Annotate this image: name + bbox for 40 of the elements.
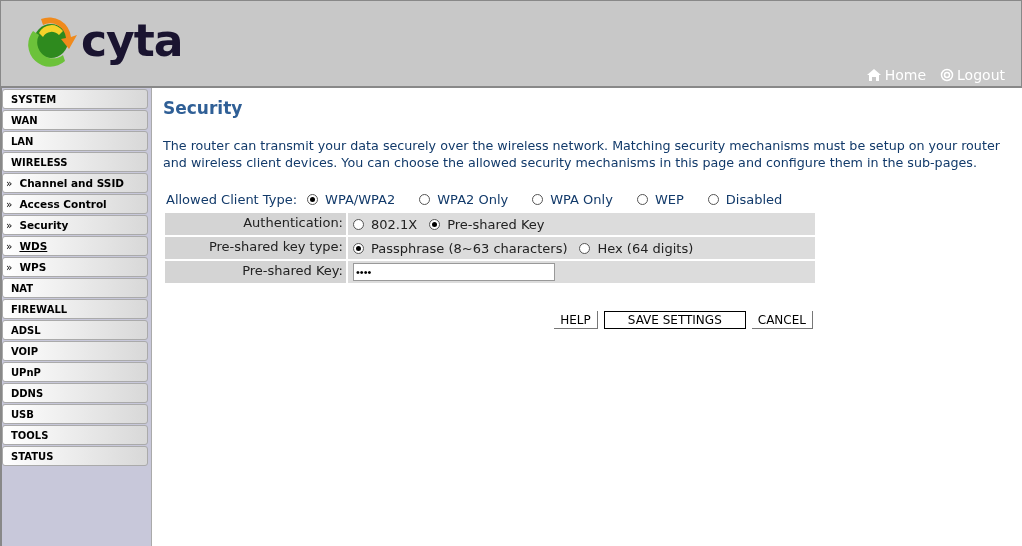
menu-item[interactable]: TOOLS (2, 425, 148, 445)
field-label: Authentication: (165, 213, 346, 235)
menu-item[interactable]: DDNS (2, 383, 148, 403)
menu-item[interactable]: ADSL (2, 320, 148, 340)
radio-option[interactable]: WEP (636, 192, 684, 207)
menu-item[interactable]: NAT (2, 278, 148, 298)
submenu-item[interactable]: » Security (2, 215, 148, 235)
submenu-item[interactable]: » WPS (2, 257, 148, 277)
action-button[interactable]: CANCEL (751, 311, 813, 329)
radio-option[interactable]: WPA2 Only (419, 192, 509, 207)
power-icon (940, 68, 955, 82)
radio-option[interactable]: Pre-shared Key (429, 216, 545, 232)
submenu-item[interactable]: » WDS (2, 236, 148, 256)
radio-option[interactable]: WPA Only (532, 192, 613, 207)
submenu-item[interactable]: » Access Control (2, 194, 148, 214)
submenu-item[interactable]: » Channel and SSID (2, 173, 148, 193)
menu-item[interactable]: VOIP (2, 341, 148, 361)
radio-option[interactable]: Passphrase (8~63 characters) (353, 240, 568, 256)
field-label: Pre-shared key type: (165, 237, 346, 259)
menu-item[interactable]: UPnP (2, 362, 148, 382)
menu-item[interactable]: SYSTEM (2, 89, 148, 109)
menu-item[interactable]: WIRELESS (2, 152, 148, 172)
field-label: Allowed Client Type: (166, 192, 298, 207)
page-title: Security (163, 98, 244, 118)
house-icon (865, 68, 882, 82)
menu-item[interactable]: STATUS (2, 446, 148, 466)
key-input-field[interactable]: •••• (353, 263, 555, 281)
radio-option[interactable]: Disabled (707, 192, 783, 207)
menu-item[interactable]: USB (2, 404, 148, 424)
action-button[interactable]: HELP (554, 311, 598, 329)
menu-item[interactable]: FIREWALL (2, 299, 148, 319)
description: The router can transmit your data securely over the wireless network. Matching security mechanisms must be setup on your router and wireless client devices. You can choose the allowed security mechanisms in this page and configure them in the sub-pages. (163, 137, 1001, 171)
menu-item[interactable]: LAN (2, 131, 148, 151)
radio-option[interactable]: 802.1X (353, 216, 418, 232)
menu-item[interactable]: WAN (2, 110, 148, 130)
field-label: Pre-shared Key: (165, 261, 346, 283)
brand-logo-text: cyta (81, 16, 183, 66)
radio-option[interactable]: Hex (64 digits) (579, 240, 694, 256)
radio-option[interactable]: WPA/WPA2 (307, 192, 396, 207)
save-button[interactable]: SAVE SETTINGS (603, 311, 746, 329)
